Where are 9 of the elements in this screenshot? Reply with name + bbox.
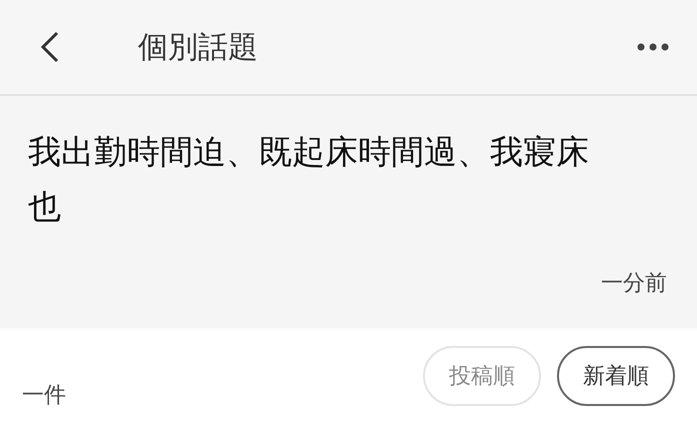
comment-count: 一件	[22, 382, 66, 410]
post-text: 我出勤時間迫、既起床時間過、我寢床也	[28, 131, 590, 228]
more-icon	[637, 43, 669, 51]
back-icon	[40, 31, 60, 63]
sort-button[interactable]: 新着順	[557, 346, 675, 406]
post-time: 一分前	[601, 270, 667, 298]
page-title: 個別話題	[138, 28, 259, 66]
sort-button[interactable]: 投稿順	[423, 346, 541, 406]
more-menu-button[interactable]	[637, 43, 669, 51]
